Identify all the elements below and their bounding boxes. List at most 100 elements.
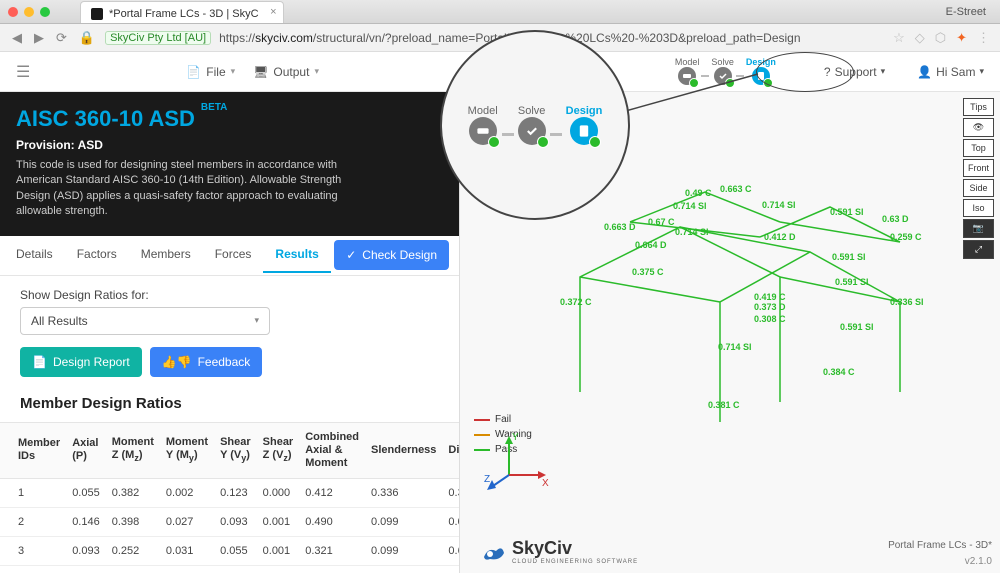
window-controls[interactable]	[8, 7, 50, 17]
magnifier-callout: Model Solve Design	[440, 30, 630, 220]
table-row[interactable]: 20.1460.3980.0270.0930.0010.4900.0990.00…	[0, 508, 459, 537]
design-ratios-table: Member IDsAxial (P)Moment Z (Mz)Moment Y…	[0, 422, 459, 573]
table-title: Member Design Ratios	[0, 389, 459, 422]
table-header: Shear Y (Vy)	[214, 422, 257, 479]
member-label: 0.591 Sl	[830, 207, 864, 217]
back-icon[interactable]: ◀	[10, 30, 24, 46]
table-header: Member IDs	[0, 422, 66, 479]
svg-text:Y: Y	[512, 432, 519, 443]
member-label: 0.663 C	[720, 184, 752, 194]
menu-icon[interactable]: ⋮	[977, 30, 990, 46]
chevron-down-icon: ▾	[254, 315, 259, 326]
member-label: 0.714 Sl	[673, 201, 707, 211]
table-row[interactable]: 40.0510.2920.0170.0740.0010.3270.3360.07…	[0, 566, 459, 573]
code-header: AISC 360-10 ASD BETA Provision: ASD This …	[0, 92, 459, 236]
file-menu[interactable]: 📄File▾	[186, 65, 235, 79]
feedback-button[interactable]: 👍👎Feedback	[150, 347, 263, 377]
browser-tab[interactable]: *Portal Frame LCs - 3D | SkyC ×	[80, 1, 284, 23]
version-label: v2.1.0	[965, 556, 992, 567]
table-header: Moment Z (Mz)	[106, 422, 160, 479]
beta-badge: BETA	[201, 102, 227, 113]
document-icon: 📄	[32, 355, 47, 369]
table-header: Shear Z (Vz)	[257, 422, 300, 479]
tab-forces[interactable]: Forces	[203, 237, 264, 273]
fullscreen-button[interactable]: ⤢	[963, 240, 994, 259]
screenshot-button[interactable]: 📷	[963, 219, 994, 238]
viewport-toolbar: Tips 👁 Top Front Side Iso 📷 ⤢	[963, 98, 994, 259]
view-top-button[interactable]: Top	[963, 139, 994, 157]
hamburger-icon[interactable]: ☰	[16, 62, 30, 82]
member-label: 0.67 C	[648, 217, 675, 227]
table-header: Axial (P)	[66, 422, 106, 479]
member-label: 0.49 C	[685, 188, 712, 198]
table-header: Moment Y (My)	[160, 422, 214, 479]
provision-label: Provision: ASD	[16, 138, 443, 152]
member-label: 0.63 D	[882, 214, 909, 224]
table-header: Displacement	[442, 422, 459, 479]
view-iso-button[interactable]: Iso	[963, 199, 994, 217]
member-label: 0.384 C	[823, 367, 855, 377]
step-model[interactable]: Model	[675, 57, 700, 86]
table-row[interactable]: 30.0930.2520.0310.0550.0010.3210.0990.63…	[0, 537, 459, 566]
user-menu[interactable]: 👤Hi Sam▾	[917, 65, 984, 79]
step-solve[interactable]: Solve	[711, 57, 734, 86]
lock-icon: 🔒	[77, 30, 97, 46]
browser-profile: E-Street	[946, 6, 1000, 18]
reload-icon[interactable]: ⟳	[54, 30, 69, 46]
member-label: 0.664 D	[635, 240, 667, 250]
member-label: 0.591 Sl	[832, 252, 866, 262]
member-label: 0.381 C	[708, 400, 740, 410]
tips-button[interactable]: Tips	[963, 98, 994, 116]
close-icon[interactable]: ×	[270, 6, 276, 18]
table-row[interactable]: 10.0550.3820.0020.1230.0000.4120.3360.36…	[0, 479, 459, 508]
tab-results[interactable]: Results	[263, 237, 330, 273]
member-label: 0.412 D	[764, 232, 796, 242]
member-label: 0.591 Sl	[835, 277, 869, 287]
ext-icon-3[interactable]: ✦	[956, 30, 967, 46]
filter-label: Show Design Ratios for:	[20, 288, 439, 302]
svg-text:Z: Z	[484, 474, 490, 485]
filename-label: Portal Frame LCs - 3D*	[888, 540, 992, 551]
logo: SkyCiv CLOUD ENGINEERING SOFTWARE	[480, 538, 638, 565]
step-design[interactable]: Design	[746, 57, 776, 86]
member-label: 0.714 Sl	[762, 200, 796, 210]
workflow-steps: Model Solve Design	[675, 57, 776, 86]
visibility-button[interactable]: 👁	[963, 118, 994, 137]
member-label: 0.308 C	[754, 314, 786, 324]
support-menu[interactable]: ?Support▾	[824, 65, 885, 79]
table-header: Slenderness	[365, 422, 442, 479]
tab-title: *Portal Frame LCs - 3D | SkyC	[109, 8, 259, 20]
design-report-button[interactable]: 📄Design Report	[20, 347, 142, 377]
member-label: 0.419 C	[754, 292, 786, 302]
member-label: 0.372 C	[560, 297, 592, 307]
table-header: Combined Axial & Moment	[299, 422, 365, 479]
axes-gizmo: Y X Z	[484, 430, 554, 503]
view-front-button[interactable]: Front	[963, 159, 994, 177]
member-label: 0.336 Sl	[890, 297, 924, 307]
forward-icon[interactable]: ▶	[32, 30, 46, 46]
tab-details[interactable]: Details	[4, 237, 65, 273]
tab-members[interactable]: Members	[129, 237, 203, 273]
code-title: AISC 360-10 ASD	[16, 106, 195, 132]
favicon	[91, 8, 103, 20]
star-icon[interactable]: ☆	[893, 30, 905, 46]
check-icon: ✓	[346, 248, 356, 262]
code-description: This code is used for designing steel me…	[16, 158, 356, 220]
ext-icon[interactable]: ◇	[915, 30, 925, 46]
member-label: 0.663 D	[604, 222, 636, 232]
svg-text:X: X	[542, 478, 549, 489]
member-label: 0.591 Sl	[840, 322, 874, 332]
member-label: 0.259 C	[890, 232, 922, 242]
check-design-button[interactable]: ✓Check Design	[334, 240, 449, 270]
filter-select[interactable]: All Results▾	[20, 307, 270, 335]
member-label: 0.714 Sl	[718, 342, 752, 352]
output-menu[interactable]: 🖥Output▾	[253, 65, 319, 79]
view-side-button[interactable]: Side	[963, 179, 994, 197]
tab-factors[interactable]: Factors	[65, 237, 129, 273]
ext-icon-2[interactable]: ⬡	[935, 30, 946, 46]
thumbs-icon: 👍👎	[162, 355, 192, 369]
secure-badge: SkyCiv Pty Ltd [AU]	[105, 31, 211, 45]
member-label: 0.373 D	[754, 302, 786, 312]
member-label: 0.375 C	[632, 267, 664, 277]
member-label: 0.714 Sl	[675, 227, 709, 237]
